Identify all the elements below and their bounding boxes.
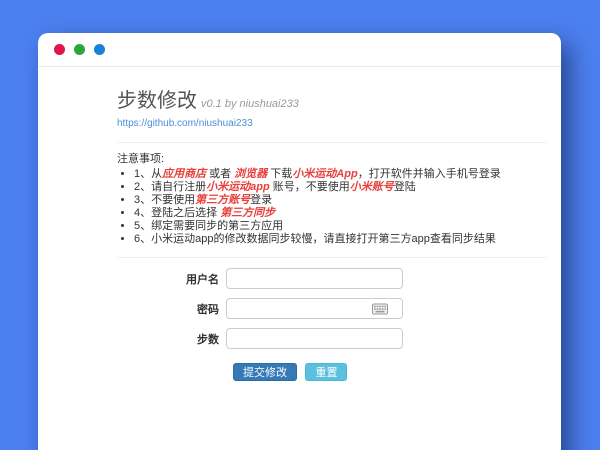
- form-row-steps: 步数: [117, 328, 547, 349]
- password-input-wrap: [226, 298, 403, 319]
- notice-list: 1、从应用商店 或者 浏览器 下载小米运动App，打开软件并输入手机号登录 2、…: [117, 168, 547, 246]
- password-label: 密码: [117, 301, 226, 317]
- step-form: 用户名 密码: [117, 268, 547, 381]
- window-dot-red[interactable]: [54, 44, 65, 55]
- submit-button[interactable]: 提交修改: [233, 363, 297, 381]
- form-row-password: 密码: [117, 298, 547, 319]
- page-title: 步数修改 v0.1 by niushuai233: [117, 90, 547, 112]
- window-dot-green[interactable]: [74, 44, 85, 55]
- version-label: v0.1 by niushuai233: [201, 98, 299, 110]
- github-link[interactable]: https://github.com/niushuai233: [117, 118, 253, 129]
- keyboard-icon[interactable]: [372, 303, 388, 314]
- window-dot-blue[interactable]: [94, 44, 105, 55]
- notice-item-2: 2、请自行注册小米运动app 账号，不要使用小米账号登陆: [134, 181, 547, 194]
- steps-input-wrap: [226, 328, 403, 349]
- divider-top: [117, 142, 547, 143]
- browser-window: 步数修改 v0.1 by niushuai233 https://github.c…: [38, 33, 561, 450]
- form-actions: 提交修改 重置: [233, 363, 547, 381]
- window-titlebar: [38, 33, 561, 67]
- divider-bottom: [117, 257, 547, 258]
- steps-label: 步数: [117, 331, 226, 347]
- username-label: 用户名: [117, 271, 226, 287]
- username-input[interactable]: [226, 268, 403, 289]
- notice-item-5: 5、绑定需要同步的第三方应用: [134, 220, 547, 233]
- form-row-username: 用户名: [117, 268, 547, 289]
- page-content: 步数修改 v0.1 by niushuai233 https://github.c…: [38, 67, 561, 381]
- steps-input[interactable]: [226, 328, 403, 349]
- username-input-wrap: [226, 268, 403, 289]
- reset-button[interactable]: 重置: [305, 363, 347, 381]
- notice-heading: 注意事项:: [117, 152, 547, 166]
- notice-item-6: 6、小米运动app的修改数据同步较慢，请直接打开第三方app查看同步结果: [134, 233, 547, 246]
- notice-item-1: 1、从应用商店 或者 浏览器 下载小米运动App，打开软件并输入手机号登录: [134, 168, 547, 181]
- page-title-text: 步数修改: [117, 90, 197, 112]
- notice-section: 注意事项: 1、从应用商店 或者 浏览器 下载小米运动App，打开软件并输入手机…: [117, 152, 547, 246]
- notice-item-3: 3、不要使用第三方账号登录: [134, 194, 547, 207]
- notice-item-4: 4、登陆之后选择 第三方同步: [134, 207, 547, 220]
